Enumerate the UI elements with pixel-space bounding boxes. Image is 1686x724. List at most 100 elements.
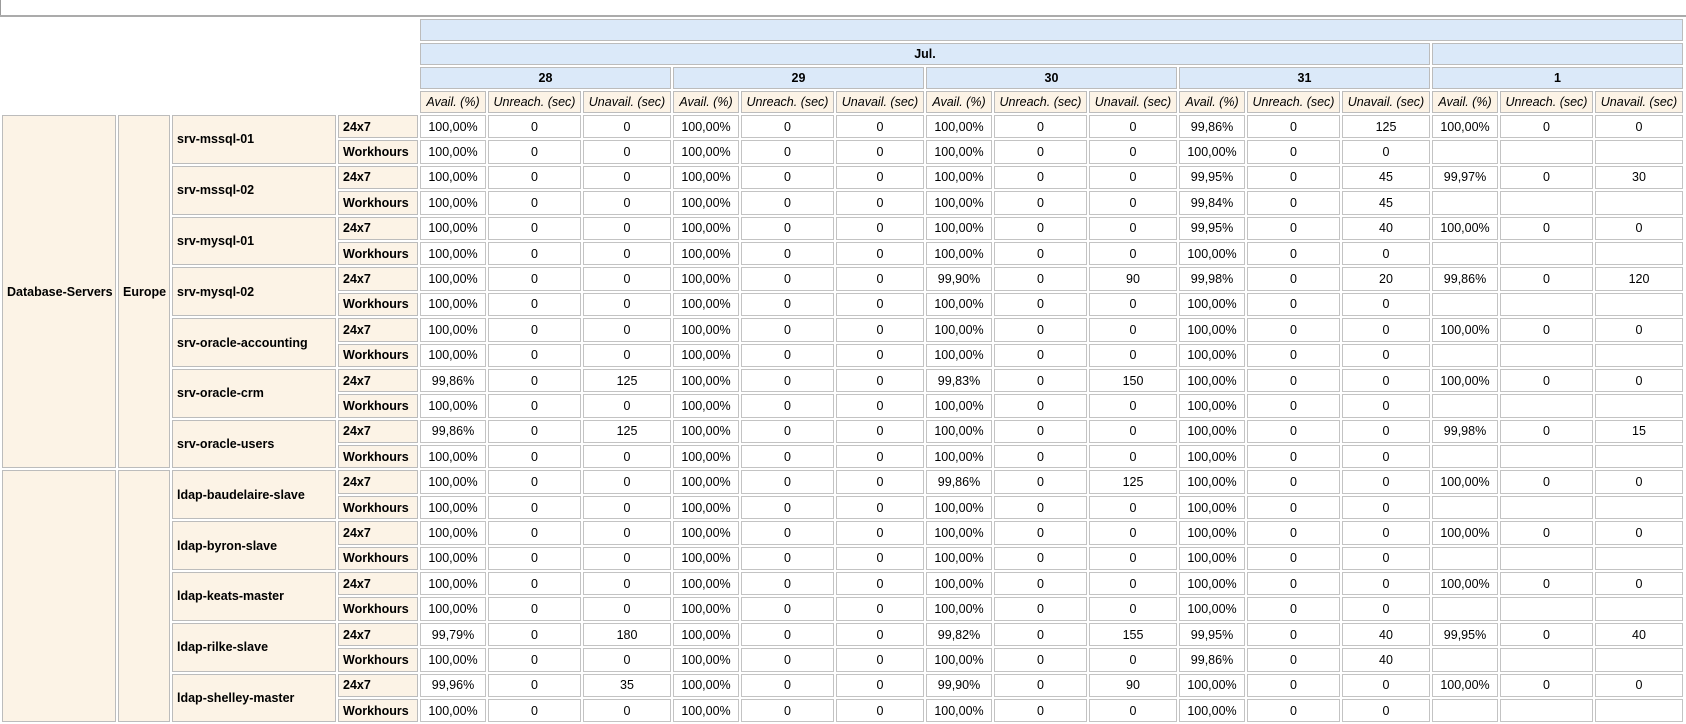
value-cell: 15 bbox=[1595, 420, 1683, 443]
value-cell: 100,00% bbox=[420, 166, 486, 189]
host-name-cell: srv-oracle-accounting bbox=[172, 318, 336, 367]
value-cell: 0 bbox=[994, 420, 1087, 443]
value-cell bbox=[1595, 547, 1683, 570]
value-cell: 0 bbox=[583, 699, 671, 722]
value-cell: 0 bbox=[583, 547, 671, 570]
group-name-cell bbox=[2, 470, 116, 722]
value-cell: 0 bbox=[836, 293, 924, 316]
location-cell bbox=[118, 470, 170, 722]
value-cell: 0 bbox=[836, 191, 924, 214]
value-cell: 30 bbox=[1595, 166, 1683, 189]
value-cell: 99,95% bbox=[1179, 217, 1245, 240]
value-cell bbox=[1595, 293, 1683, 316]
host-name-cell: srv-mssql-01 bbox=[172, 115, 336, 164]
value-cell: 0 bbox=[741, 699, 834, 722]
value-cell: 0 bbox=[741, 521, 834, 544]
value-cell: 0 bbox=[488, 318, 581, 341]
value-cell: 100,00% bbox=[926, 597, 992, 620]
table-row: Database-ServersEuropesrv-mssql-0124x710… bbox=[2, 115, 1683, 138]
value-cell: 0 bbox=[1089, 521, 1177, 544]
value-cell: 100,00% bbox=[1179, 420, 1245, 443]
value-cell: 125 bbox=[1342, 115, 1430, 138]
value-cell: 100,00% bbox=[1432, 369, 1498, 392]
value-cell: 0 bbox=[488, 293, 581, 316]
value-cell: 100,00% bbox=[420, 140, 486, 163]
host-name-cell: srv-mysql-01 bbox=[172, 217, 336, 266]
value-cell bbox=[1432, 140, 1498, 163]
value-cell: 100,00% bbox=[1432, 572, 1498, 595]
value-cell: 100,00% bbox=[420, 267, 486, 290]
value-cell: 0 bbox=[741, 470, 834, 493]
value-cell: 0 bbox=[1247, 496, 1340, 519]
value-cell: 0 bbox=[1500, 369, 1593, 392]
value-cell: 0 bbox=[1247, 318, 1340, 341]
value-cell: 99,95% bbox=[1179, 166, 1245, 189]
day-header-cell: 1 bbox=[1432, 67, 1683, 89]
value-cell: 100,00% bbox=[420, 521, 486, 544]
timeperiod-cell: 24x7 bbox=[338, 674, 418, 697]
value-cell: 0 bbox=[994, 115, 1087, 138]
timeperiod-cell: Workhours bbox=[338, 293, 418, 316]
value-cell bbox=[1432, 445, 1498, 468]
value-cell: 100,00% bbox=[926, 217, 992, 240]
value-cell: 0 bbox=[1247, 547, 1340, 570]
value-cell: 100,00% bbox=[420, 445, 486, 468]
value-cell: 0 bbox=[488, 191, 581, 214]
value-cell: 0 bbox=[741, 166, 834, 189]
timeperiod-cell: Workhours bbox=[338, 496, 418, 519]
value-cell: 99,86% bbox=[420, 369, 486, 392]
value-cell bbox=[1500, 597, 1593, 620]
value-cell: 100,00% bbox=[420, 496, 486, 519]
value-cell: 0 bbox=[994, 623, 1087, 646]
value-cell: 0 bbox=[1247, 648, 1340, 671]
value-cell bbox=[1595, 597, 1683, 620]
value-cell: 0 bbox=[741, 217, 834, 240]
value-cell: 0 bbox=[488, 369, 581, 392]
value-cell: 0 bbox=[1247, 394, 1340, 417]
value-cell: 0 bbox=[1500, 267, 1593, 290]
value-cell: 0 bbox=[994, 496, 1087, 519]
value-cell: 99,95% bbox=[1179, 623, 1245, 646]
value-cell bbox=[1432, 547, 1498, 570]
value-cell: 0 bbox=[583, 318, 671, 341]
value-cell bbox=[1500, 293, 1593, 316]
value-cell: 40 bbox=[1342, 648, 1430, 671]
value-cell: 0 bbox=[994, 445, 1087, 468]
value-cell: 100,00% bbox=[673, 242, 739, 265]
value-cell: 40 bbox=[1342, 217, 1430, 240]
month-header-cell: Jul. bbox=[420, 43, 1430, 65]
value-cell: 0 bbox=[1500, 420, 1593, 443]
value-cell: 100,00% bbox=[1179, 521, 1245, 544]
metric-header-cell: Unreach. (sec) bbox=[741, 91, 834, 113]
host-name-cell: srv-mssql-02 bbox=[172, 166, 336, 215]
value-cell bbox=[1595, 445, 1683, 468]
value-cell: 100,00% bbox=[420, 597, 486, 620]
value-cell: 20 bbox=[1342, 267, 1430, 290]
value-cell bbox=[1500, 394, 1593, 417]
value-cell: 0 bbox=[488, 572, 581, 595]
value-cell: 0 bbox=[1595, 521, 1683, 544]
value-cell bbox=[1432, 293, 1498, 316]
host-name-cell: ldap-byron-slave bbox=[172, 521, 336, 570]
value-cell: 0 bbox=[583, 293, 671, 316]
value-cell: 100,00% bbox=[420, 470, 486, 493]
table-row: ldap-byron-slave24x7100,00%00100,00%0010… bbox=[2, 521, 1683, 544]
timeperiod-cell: Workhours bbox=[338, 648, 418, 671]
value-cell: 100,00% bbox=[926, 445, 992, 468]
metric-header-cell: Avail. (%) bbox=[420, 91, 486, 113]
value-cell: 100,00% bbox=[926, 648, 992, 671]
value-cell: 0 bbox=[1089, 191, 1177, 214]
value-cell: 0 bbox=[488, 547, 581, 570]
value-cell: 0 bbox=[741, 318, 834, 341]
timeperiod-cell: Workhours bbox=[338, 394, 418, 417]
value-cell: 100,00% bbox=[1432, 318, 1498, 341]
value-cell: 0 bbox=[1089, 496, 1177, 519]
value-cell: 0 bbox=[583, 217, 671, 240]
metric-header-cell: Avail. (%) bbox=[1179, 91, 1245, 113]
value-cell: 0 bbox=[1089, 217, 1177, 240]
value-cell: 0 bbox=[994, 674, 1087, 697]
metric-header-cell: Avail. (%) bbox=[673, 91, 739, 113]
value-cell: 0 bbox=[1247, 572, 1340, 595]
value-cell: 99,86% bbox=[1179, 115, 1245, 138]
value-cell: 0 bbox=[994, 344, 1087, 367]
